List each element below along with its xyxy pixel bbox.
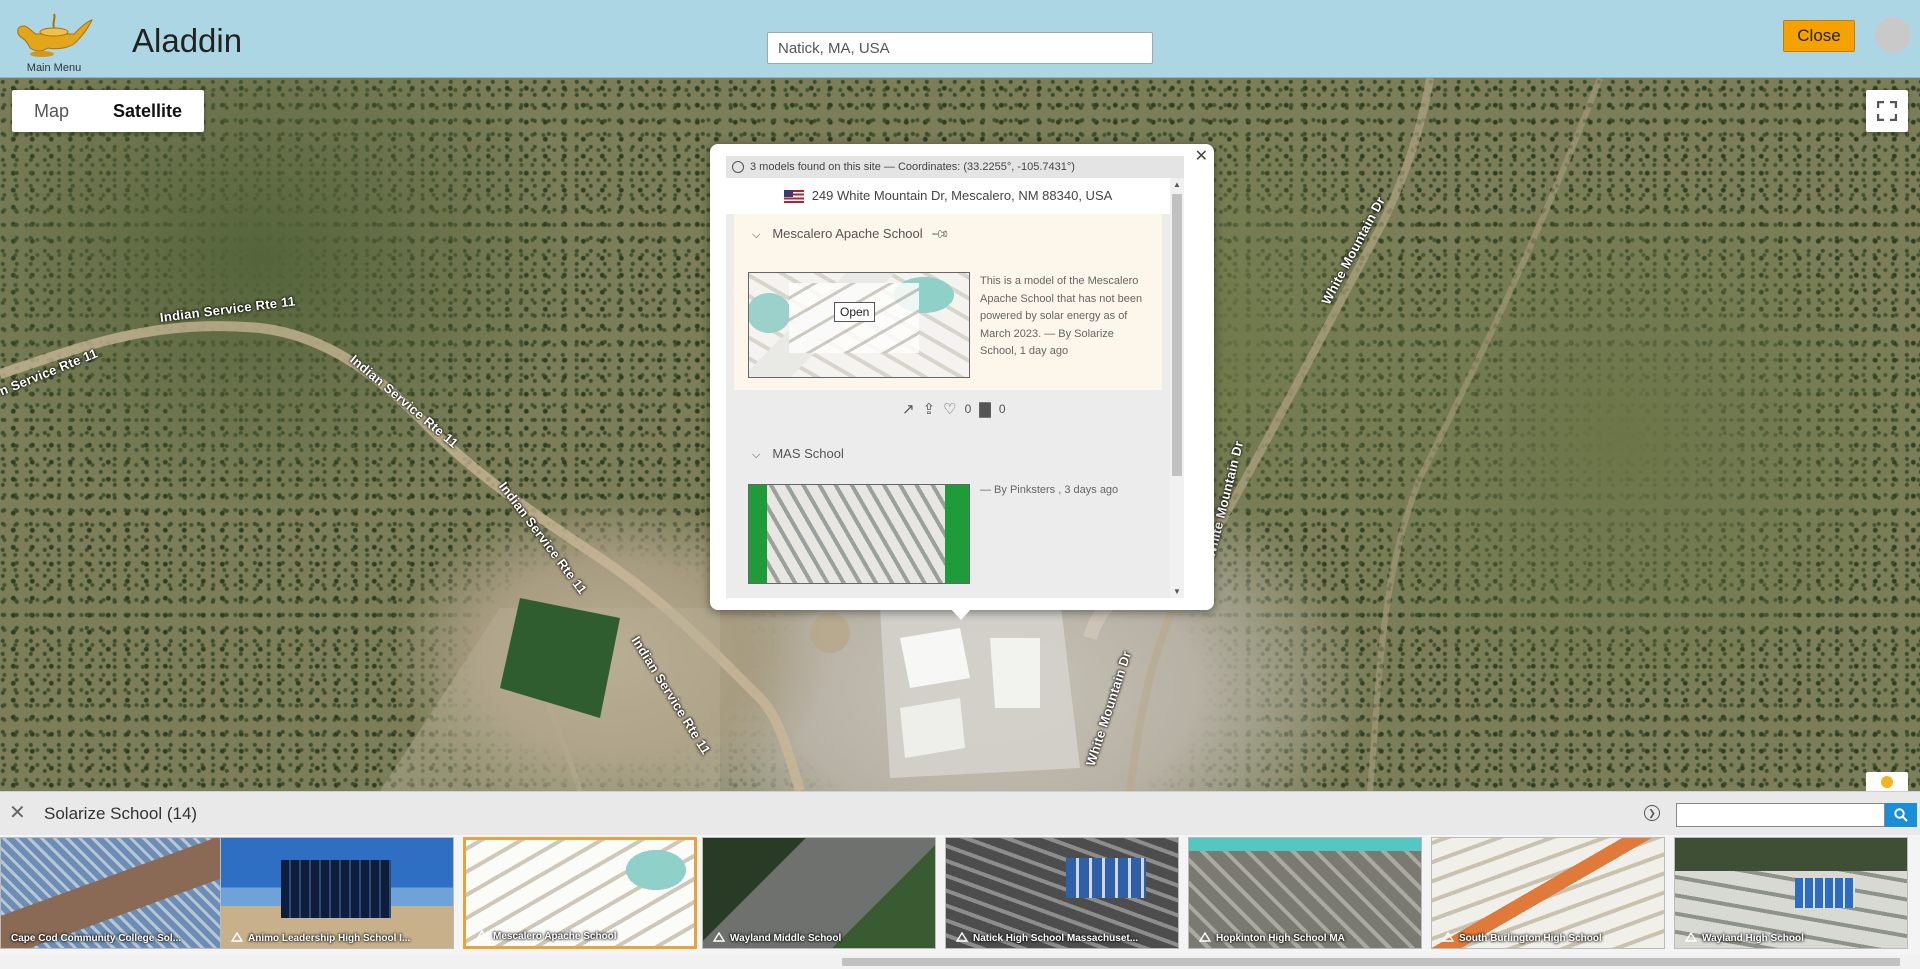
- popup-scroll-area[interactable]: 249 White Mountain Dr, Mescalero, NM 883…: [726, 178, 1184, 598]
- chevron-down-icon: ⌵: [752, 229, 761, 241]
- tile-caption: Natick High School Massachuset...: [973, 933, 1139, 944]
- collection-title: Solarize School (14): [44, 804, 198, 823]
- scroll-up-icon[interactable]: ▲: [1173, 180, 1181, 189]
- model-thumbnail[interactable]: [748, 484, 970, 584]
- user-avatar[interactable]: [1875, 17, 1911, 53]
- collapse-circle-icon: [732, 161, 744, 173]
- site-address: 249 White Mountain Dr, Mescalero, NM 883…: [726, 178, 1170, 214]
- model-type-icon: [1199, 932, 1211, 942]
- model-tile[interactable]: Hopkinton High School MA: [1188, 837, 1422, 949]
- views-count: 0: [998, 402, 1006, 416]
- tile-image: [1432, 838, 1664, 948]
- map-type-toggle: Map Satellite: [12, 90, 205, 132]
- model-title-row[interactable]: ⌵ Mescalero Apache School 📌︎: [752, 224, 951, 245]
- collection-search-input[interactable]: [1676, 803, 1885, 827]
- tile-caption: Wayland Middle School: [730, 933, 842, 944]
- stats-icon[interactable]: ▇: [979, 400, 991, 418]
- popup-scrollbar[interactable]: ▲ ▼: [1170, 178, 1184, 598]
- model-strip: Cape Cod Community College Sol... Animo …: [0, 835, 1920, 955]
- strip-scrollbar[interactable]: [0, 955, 1920, 969]
- magic-lamp-icon: [17, 13, 93, 57]
- fullscreen-button[interactable]: [1866, 90, 1908, 132]
- model-actions: ↗ ⇪ ♡ 0 ▇ 0: [902, 400, 1006, 418]
- street-view-pegman[interactable]: [1866, 772, 1908, 791]
- tile-caption: Cape Cod Community College Sol...: [11, 933, 182, 944]
- model-tile[interactable]: Wayland Middle School: [702, 837, 936, 949]
- model-tile[interactable]: Animo Leadership High School I...: [220, 837, 454, 949]
- chevron-down-icon: ⌵: [752, 449, 761, 461]
- model-type-icon: [231, 932, 243, 942]
- popup-close-icon[interactable]: ✕: [1195, 146, 1208, 166]
- collection-search-button[interactable]: [1885, 803, 1917, 827]
- model-tile[interactable]: Cape Cod Community College Sol...: [0, 837, 234, 949]
- pin-icon[interactable]: 📌︎: [930, 224, 951, 245]
- tile-image: [1189, 838, 1421, 948]
- model-thumbnail[interactable]: [748, 272, 970, 378]
- location-search-input[interactable]: [767, 32, 1153, 64]
- search-icon: [1894, 808, 1908, 822]
- tile-image: [703, 838, 935, 948]
- model-title: MAS School: [772, 446, 844, 461]
- heart-icon[interactable]: ♡: [943, 400, 956, 418]
- app-title: Aladdin: [132, 22, 243, 59]
- share-icon[interactable]: ⇪: [923, 400, 936, 418]
- map-type-satellite[interactable]: Satellite: [91, 90, 204, 132]
- map-type-map[interactable]: Map: [12, 90, 91, 132]
- likes-count: 0: [964, 402, 972, 416]
- scrollbar-thumb[interactable]: [1172, 194, 1182, 476]
- model-type-icon: [956, 932, 968, 942]
- open-button[interactable]: Open: [834, 302, 876, 322]
- tile-courts: [1795, 878, 1855, 908]
- model-tile[interactable]: Natick High School Massachuset...: [945, 837, 1179, 949]
- model-description: — By Pinksters , 3 days ago: [980, 484, 1119, 496]
- model-type-icon: [1442, 932, 1454, 942]
- model-title: Mescalero Apache School: [772, 226, 923, 241]
- main-menu-button[interactable]: Main Menu: [10, 6, 98, 74]
- strip-scrollbar-thumb[interactable]: [842, 958, 1900, 966]
- site-info-popup: ✕ 3 models found on this site — Coordina…: [710, 144, 1214, 610]
- model-card: ⌵ MAS School — By Pinksters , 3 days ago: [734, 434, 1162, 598]
- tile-caption: Wayland High School: [1702, 933, 1804, 944]
- fullscreen-icon: [1877, 101, 1897, 121]
- tile-caption: South Burlington High School: [1459, 933, 1602, 944]
- us-flag-icon: [783, 190, 804, 204]
- model-type-icon: [476, 930, 488, 940]
- top-bar: Main Menu Aladdin Close: [0, 0, 1920, 78]
- info-circle-icon[interactable]: ❯: [1644, 805, 1660, 821]
- model-description: This is a model of the Mescalero Apache …: [980, 275, 1143, 357]
- model-tile[interactable]: South Burlington High School: [1431, 837, 1665, 949]
- scroll-down-icon[interactable]: ▼: [1173, 587, 1181, 596]
- model-type-icon: [713, 932, 725, 942]
- tile-image: [1, 838, 233, 948]
- tile-caption: Animo Leadership High School I...: [248, 933, 411, 944]
- tile-solar-panels: [1066, 858, 1146, 898]
- tile-caption: Mescalero Apache School: [493, 931, 617, 942]
- tile-building: [281, 860, 391, 918]
- popup-header[interactable]: 3 models found on this site — Coordinate…: [726, 156, 1184, 178]
- tile-caption: Hopkinton High School MA: [1216, 933, 1345, 944]
- popup-header-text: 3 models found on this site — Coordinate…: [750, 161, 1075, 173]
- model-title-row[interactable]: ⌵ MAS School: [752, 446, 844, 462]
- tile-image: [1675, 838, 1907, 948]
- popup-pointer: [950, 608, 972, 620]
- model-type-icon: [1685, 932, 1697, 942]
- close-collection-icon[interactable]: ✕: [9, 800, 26, 825]
- address-text: 249 White Mountain Dr, Mescalero, NM 883…: [811, 188, 1113, 203]
- main-menu-label: Main Menu: [26, 62, 82, 74]
- model-tile-selected[interactable]: Mescalero Apache School: [463, 837, 697, 949]
- pegman-icon: [1881, 776, 1893, 788]
- model-card: ⌵ Mescalero Apache School 📌︎ Open This is …: [734, 214, 1162, 390]
- collection-bar: ✕ Solarize School (14) ❯: [0, 791, 1920, 835]
- close-button[interactable]: Close: [1783, 20, 1855, 52]
- model-tile[interactable]: Wayland High School: [1674, 837, 1908, 949]
- open-external-icon[interactable]: ↗: [902, 400, 915, 418]
